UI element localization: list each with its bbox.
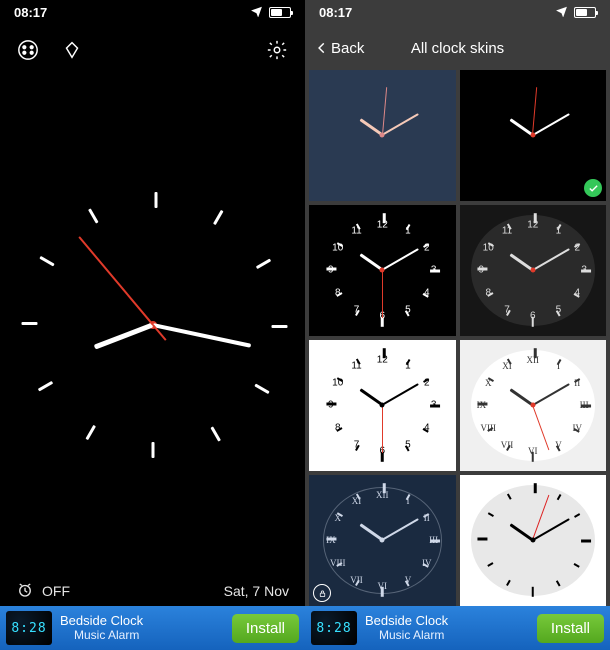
clock-hand-second (78, 236, 153, 325)
ad-thumbnail: 8:28 (311, 611, 357, 645)
clock-tick (85, 425, 96, 440)
ad-text: Bedside Clock Music Alarm (60, 614, 224, 641)
clock-face-main[interactable] (0, 80, 305, 570)
settings-button[interactable] (265, 38, 289, 62)
ad-title: Bedside Clock (60, 614, 224, 628)
skin-numbers-black[interactable]: 121234567891011 (309, 205, 456, 336)
favorite-button[interactable] (60, 38, 84, 62)
clock-tick (154, 192, 157, 208)
skins-header: Back All clock skins (305, 30, 610, 66)
ad-install-button[interactable]: Install (232, 614, 299, 643)
skin-minimal-black[interactable] (460, 70, 607, 201)
alarm-icon (16, 581, 34, 602)
status-bar: 08:17 (0, 0, 305, 24)
battery-icon (574, 7, 596, 18)
clock-hand-minute (152, 323, 251, 348)
skin-minimal-navy[interactable] (309, 70, 456, 201)
skin-white-roman[interactable]: XIIIIIIIIIVVVIVIIVIIIIXXXI (460, 340, 607, 471)
skins-grid[interactable]: 1212345678910111212345678910111212345678… (309, 70, 606, 606)
clock-tick (255, 259, 270, 270)
ad-banner[interactable]: 8:28 Bedside Clock Music Alarm Install (305, 606, 610, 650)
alarm-label: OFF (42, 583, 70, 599)
ad-install-button[interactable]: Install (537, 614, 604, 643)
top-toolbar (0, 30, 305, 70)
skin-navy-roman[interactable]: XIIIIIIIIIVVVIVIIVIIIIXXXI (309, 475, 456, 606)
skin-grey-bold[interactable] (460, 475, 607, 606)
screen-skins-list: 08:17 Back All clock skins 1212345678910… (305, 0, 610, 650)
skin-numbers-dark[interactable]: 121234567891011 (460, 205, 607, 336)
battery-icon (269, 7, 291, 18)
airplane-icon (555, 4, 568, 20)
screen-clock-main: 08:17 OFF (0, 0, 305, 650)
back-button[interactable]: Back (315, 40, 364, 57)
selected-check-icon (584, 179, 602, 197)
clock-tick (151, 442, 154, 458)
back-label: Back (331, 40, 364, 57)
clock-tick (210, 426, 221, 441)
ad-title: Bedside Clock (365, 614, 529, 628)
status-bar: 08:17 (305, 0, 610, 24)
skin-white-arabic[interactable]: 121234567891011 (309, 340, 456, 471)
lock-icon (313, 584, 331, 602)
ad-thumbnail: 8:28 (6, 611, 52, 645)
clock-tick (21, 322, 37, 325)
date-label: Sat, 7 Nov (224, 583, 289, 599)
ad-subtitle: Music Alarm (60, 629, 224, 642)
airplane-icon (250, 4, 263, 20)
clock-tick (213, 210, 224, 225)
skins-button[interactable] (16, 38, 40, 62)
clock-tick (88, 208, 99, 223)
status-time: 08:17 (14, 5, 47, 20)
clock-tick (39, 256, 54, 267)
skins-title: All clock skins (411, 40, 504, 57)
ad-text: Bedside Clock Music Alarm (365, 614, 529, 641)
ad-subtitle: Music Alarm (365, 629, 529, 642)
status-right (555, 4, 596, 20)
status-time: 08:17 (319, 5, 352, 20)
bottom-info-row: OFF Sat, 7 Nov (0, 576, 305, 606)
clock-tick (271, 325, 287, 328)
clock-tick (37, 381, 52, 392)
clock-tick (254, 384, 269, 395)
ad-banner[interactable]: 8:28 Bedside Clock Music Alarm Install (0, 606, 305, 650)
clock-hand-hour (94, 323, 154, 350)
alarm-toggle[interactable]: OFF (16, 581, 70, 602)
lock-icon (313, 449, 331, 467)
status-right (250, 4, 291, 20)
